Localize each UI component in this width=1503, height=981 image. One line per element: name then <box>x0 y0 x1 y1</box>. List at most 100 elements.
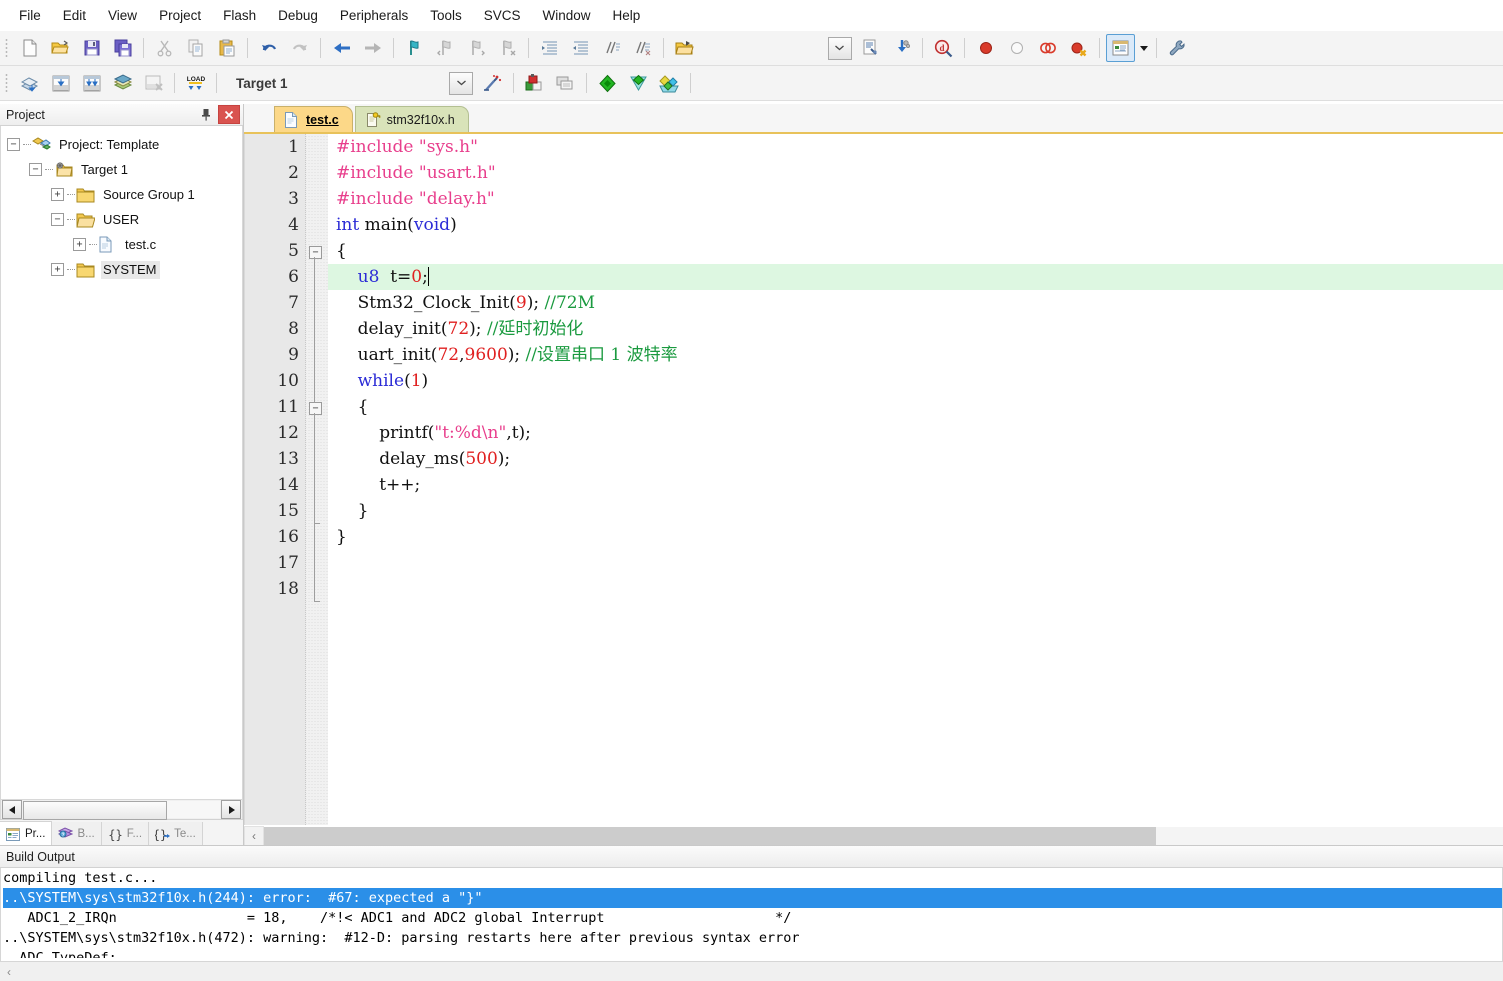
scroll-right-arrow-icon[interactable] <box>221 800 241 819</box>
editor-tab-stm32f10xh[interactable]: stm32f10x.h <box>354 106 469 132</box>
code-line[interactable]: Stm32_Clock_Init(9); //72M <box>328 290 1503 316</box>
pack-installer-icon[interactable] <box>593 69 622 97</box>
code-line[interactable]: } <box>328 524 1503 550</box>
code-line[interactable]: int main(void) <box>328 212 1503 238</box>
cut-icon[interactable] <box>150 34 179 62</box>
fold-box-line5[interactable]: − <box>309 246 322 259</box>
paste-icon[interactable] <box>212 34 241 62</box>
bookmark-prev-icon[interactable] <box>431 34 460 62</box>
collapse-minus-icon[interactable]: − <box>7 138 20 151</box>
build-output-text[interactable]: compiling test.c... ..\SYSTEM\sys\stm32f1… <box>0 868 1503 961</box>
combo-dropdown-icon[interactable] <box>825 34 854 62</box>
target-dropdown-icon[interactable] <box>447 69 476 97</box>
menu-edit[interactable]: Edit <box>52 4 97 27</box>
code-line[interactable]: delay_ms(500); <box>328 446 1503 472</box>
code-line[interactable]: u8 t=0; <box>328 264 1503 290</box>
download-icon[interactable]: LOAD <box>181 69 210 97</box>
target-options-icon[interactable] <box>856 34 885 62</box>
code-line[interactable]: #include "sys.h" <box>328 134 1503 160</box>
menu-flash[interactable]: Flash <box>212 4 267 27</box>
new-file-icon[interactable] <box>15 34 44 62</box>
code-line[interactable] <box>328 550 1503 576</box>
toolbar-grip[interactable] <box>3 72 11 94</box>
batch-build-icon[interactable] <box>108 69 137 97</box>
open-file-icon[interactable] <box>46 34 75 62</box>
expand-plus-icon[interactable]: + <box>51 263 64 276</box>
bookmark-clear-all-icon[interactable] <box>493 34 522 62</box>
scroll-left-arrow-icon[interactable]: ‹ <box>244 825 264 847</box>
manage-multiproject-icon[interactable] <box>551 69 580 97</box>
collapse-minus-icon[interactable]: − <box>51 213 64 226</box>
tree-item-source-group-1[interactable]: + Source Group 1 <box>7 182 242 207</box>
undo-icon[interactable] <box>254 34 283 62</box>
breakpoint-disable-icon[interactable] <box>1002 34 1031 62</box>
tree-item-system[interactable]: + SYSTEM <box>7 257 242 282</box>
code-line[interactable]: } <box>328 498 1503 524</box>
tree-item-target-1[interactable]: − Target 1 <box>7 157 242 182</box>
debug-settings-icon[interactable] <box>887 34 916 62</box>
code-line[interactable]: #include "usart.h" <box>328 160 1503 186</box>
close-icon[interactable] <box>218 105 240 124</box>
window-manage-icon[interactable] <box>1106 34 1135 62</box>
redo-icon[interactable] <box>285 34 314 62</box>
code-line[interactable]: { <box>328 394 1503 420</box>
save-all-icon[interactable] <box>108 34 137 62</box>
fold-box-line11[interactable]: − <box>309 402 322 415</box>
editor-tab-testc[interactable]: test.c <box>274 106 353 132</box>
navigate-forward-icon[interactable] <box>358 34 387 62</box>
manage-runtime-env-icon[interactable] <box>655 69 684 97</box>
outdent-icon[interactable] <box>566 34 595 62</box>
tab-books[interactable]: ? B... <box>52 822 102 846</box>
project-wizard-icon[interactable] <box>478 69 507 97</box>
window-manage-dropdown-icon[interactable] <box>1136 34 1151 62</box>
open-folder-icon[interactable] <box>670 34 699 62</box>
code-line[interactable]: while(1) <box>328 368 1503 394</box>
build-output-line[interactable]: ..\SYSTEM\sys\stm32f10x.h(472): warning:… <box>3 928 1502 948</box>
menu-tools[interactable]: Tools <box>419 4 473 27</box>
scroll-left-arrow-icon[interactable]: ‹ <box>0 963 18 981</box>
scroll-thumb[interactable] <box>23 801 167 820</box>
build-icon[interactable] <box>46 69 75 97</box>
code-folding-column[interactable]: − − <box>306 134 328 825</box>
scroll-thumb[interactable] <box>264 826 1157 846</box>
build-error-line[interactable]: ..\SYSTEM\sys\stm32f10x.h(244): error: #… <box>3 888 1502 908</box>
code-line[interactable]: uart_init(72,9600); //设置串口 1 波特率 <box>328 342 1503 368</box>
project-horizontal-scrollbar[interactable] <box>0 799 243 820</box>
scroll-track[interactable] <box>18 962 1503 981</box>
project-tree[interactable]: − Project: Template − Target 1 + Source Group… <box>0 126 243 799</box>
menu-window[interactable]: Window <box>531 4 601 27</box>
toolbar-grip[interactable] <box>3 37 11 59</box>
save-icon[interactable] <box>77 34 106 62</box>
scroll-track[interactable] <box>264 826 1503 846</box>
menu-debug[interactable]: Debug <box>267 4 329 27</box>
breakpoint-disable-all-icon[interactable] <box>1033 34 1062 62</box>
expand-plus-icon[interactable]: + <box>73 238 86 251</box>
comment-icon[interactable] <box>597 34 626 62</box>
tab-templates[interactable]: {} Te... <box>149 822 203 846</box>
scroll-left-arrow-icon[interactable] <box>2 800 22 819</box>
menu-help[interactable]: Help <box>602 4 652 27</box>
code-line[interactable]: delay_init(72); //延时初始化 <box>328 316 1503 342</box>
rebuild-icon[interactable] <box>77 69 106 97</box>
tree-item-user[interactable]: − USER <box>7 207 242 232</box>
navigate-back-icon[interactable] <box>327 34 356 62</box>
expand-plus-icon[interactable]: + <box>51 188 64 201</box>
tree-item-project-template[interactable]: − Project: Template <box>7 132 242 157</box>
configure-icon[interactable] <box>1163 34 1192 62</box>
menu-project[interactable]: Project <box>148 4 212 27</box>
select-software-packs-icon[interactable] <box>624 69 653 97</box>
build-output-line[interactable]: ADC1_2_IRQn = 18, /*!< ADC1 and ADC2 glo… <box>3 908 1502 928</box>
code-line[interactable]: printf("t:%d\n",t); <box>328 420 1503 446</box>
breakpoint-kill-all-icon[interactable] <box>1064 34 1093 62</box>
editor-horizontal-scrollbar[interactable]: ‹ <box>244 825 1503 847</box>
build-horizontal-scrollbar[interactable]: ‹ <box>0 961 1503 981</box>
collapse-minus-icon[interactable]: − <box>29 163 42 176</box>
scroll-track[interactable] <box>23 801 220 820</box>
code-text[interactable]: #include "sys.h" #include "usart.h" #inclu… <box>328 134 1503 825</box>
menu-view[interactable]: View <box>97 4 148 27</box>
tab-functions[interactable]: {} F... <box>101 822 150 846</box>
tab-project[interactable]: Pr... <box>0 821 53 846</box>
breakpoint-insert-icon[interactable] <box>971 34 1000 62</box>
indent-icon[interactable] <box>535 34 564 62</box>
pin-icon[interactable] <box>197 106 215 123</box>
